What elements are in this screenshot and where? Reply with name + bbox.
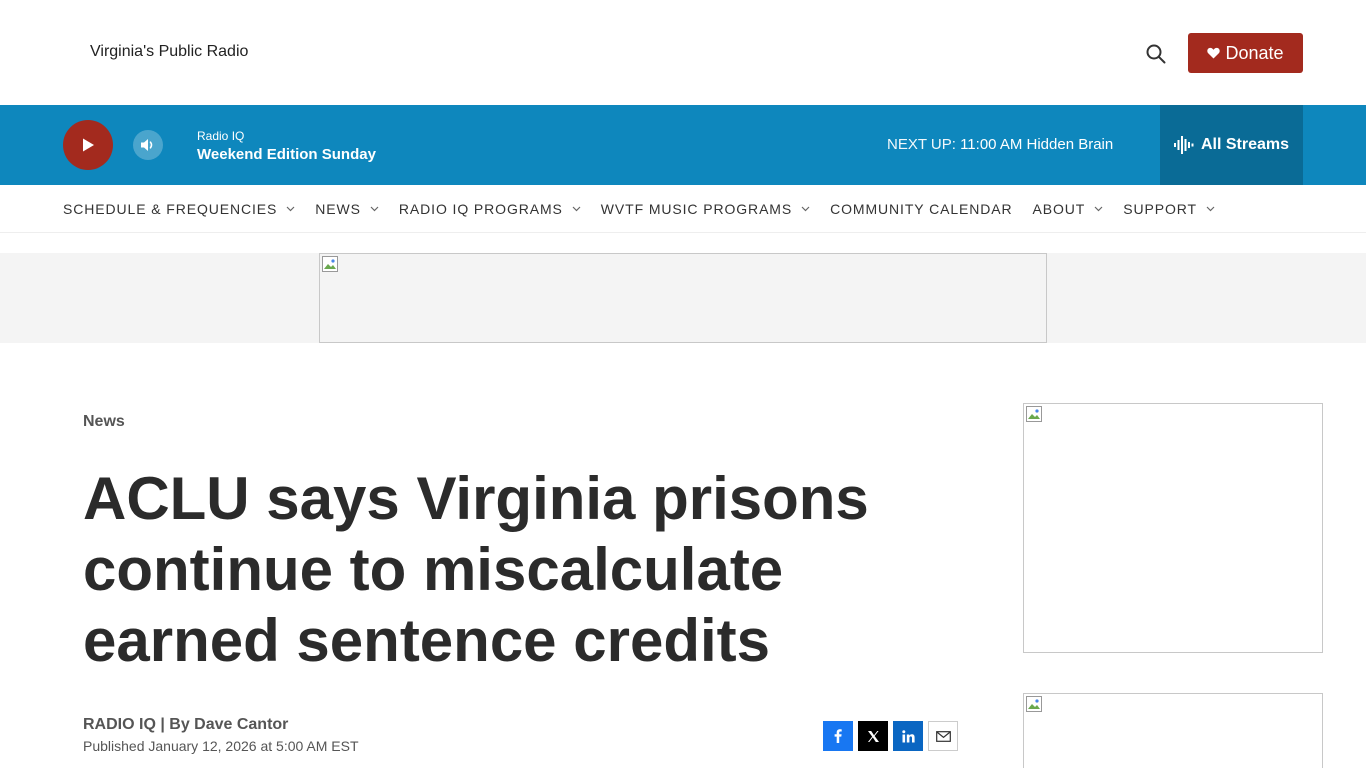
chevron-down-icon (801, 206, 810, 212)
play-icon (83, 138, 94, 152)
volume-icon (141, 139, 153, 151)
facebook-icon (834, 729, 842, 743)
all-streams-label: All Streams (1200, 136, 1290, 153)
sidebar-ad[interactable] (1023, 693, 1323, 768)
next-up-show: Hidden Brain (1026, 136, 1114, 153)
leaderboard-ad[interactable] (319, 253, 1047, 343)
broken-image-icon (322, 256, 338, 272)
broken-image-icon (1026, 406, 1042, 422)
broken-image-icon (1026, 696, 1042, 712)
nav-item-label: NEWS (315, 200, 361, 217)
chevron-down-icon (572, 206, 581, 212)
volume-button[interactable] (133, 130, 163, 160)
nav-item-community-calendar[interactable]: COMMUNITY CALENDAR (830, 201, 1012, 217)
audio-wave-icon (1173, 136, 1194, 154)
main-nav: SCHEDULE & FREQUENCIES NEWS RADIO IQ PRO… (0, 185, 1366, 233)
sidebar-ad[interactable] (1023, 403, 1323, 653)
share-facebook-button[interactable] (823, 721, 853, 751)
nav-item-label: WVTF MUSIC PROGRAMS (600, 200, 793, 217)
article-byline: RADIO IQ | By Dave Cantor (83, 716, 288, 734)
article-published-date: Published January 12, 2026 at 5:00 AM ES… (83, 738, 359, 754)
next-up-time: 11:00 AM (960, 136, 1023, 153)
nav-item-news[interactable]: NEWS (315, 201, 379, 217)
email-icon (935, 730, 951, 742)
all-streams-button[interactable]: All Streams (1160, 105, 1303, 185)
nav-item-label: ABOUT (1032, 200, 1086, 217)
nav-item-label: SUPPORT (1123, 200, 1197, 217)
nav-item-schedule-frequencies[interactable]: SCHEDULE & FREQUENCIES (63, 201, 295, 217)
nav-item-radio-iq-programs[interactable]: RADIO IQ PROGRAMS (399, 201, 581, 217)
chevron-down-icon (370, 206, 379, 212)
article-source: RADIO IQ (83, 716, 156, 733)
linkedin-icon (901, 729, 915, 742)
nav-item-label: RADIO IQ PROGRAMS (398, 200, 563, 217)
nav-item-label: COMMUNITY CALENDAR (830, 200, 1013, 217)
share-x-button[interactable] (858, 721, 888, 751)
article-section-label[interactable]: News (83, 413, 125, 431)
nav-item-wvtf-music-programs[interactable]: WVTF MUSIC PROGRAMS (601, 201, 810, 217)
next-up-info[interactable]: NEXT UP: 11:00 AM Hidden Brain (887, 136, 1113, 153)
play-button[interactable] (63, 120, 113, 170)
article-headline: ACLU says Virginia prisons continue to m… (83, 465, 869, 674)
nav-item-support[interactable]: SUPPORT (1123, 201, 1215, 217)
ad-band (0, 253, 1366, 343)
chevron-down-icon (286, 206, 295, 212)
donate-label: Donate (1225, 42, 1284, 63)
site-tagline[interactable]: Virginia's Public Radio (90, 43, 248, 61)
chevron-down-icon (1206, 206, 1215, 212)
share-email-button[interactable] (928, 721, 958, 751)
live-player-bar: Radio IQ Weekend Edition Sunday NEXT UP:… (0, 105, 1366, 185)
byline-separator: | By (155, 716, 195, 733)
site-header: Virginia's Public Radio Donate (0, 0, 1366, 105)
station-name: Radio IQ (197, 129, 245, 143)
search-button[interactable] (1142, 40, 1170, 68)
heart-icon (1207, 47, 1221, 59)
search-icon (1146, 44, 1166, 64)
next-up-label: NEXT UP: (887, 136, 956, 153)
nav-item-about[interactable]: ABOUT (1033, 201, 1104, 217)
article-author[interactable]: Dave Cantor (194, 716, 288, 733)
x-icon (867, 730, 879, 742)
nav-list: SCHEDULE & FREQUENCIES NEWS RADIO IQ PRO… (63, 185, 1235, 232)
chevron-down-icon (1094, 206, 1103, 212)
donate-button[interactable]: Donate (1188, 33, 1303, 73)
nav-item-label: SCHEDULE & FREQUENCIES (63, 200, 278, 217)
now-playing-title[interactable]: Weekend Edition Sunday (197, 146, 376, 163)
share-buttons (823, 721, 958, 751)
share-linkedin-button[interactable] (893, 721, 923, 751)
